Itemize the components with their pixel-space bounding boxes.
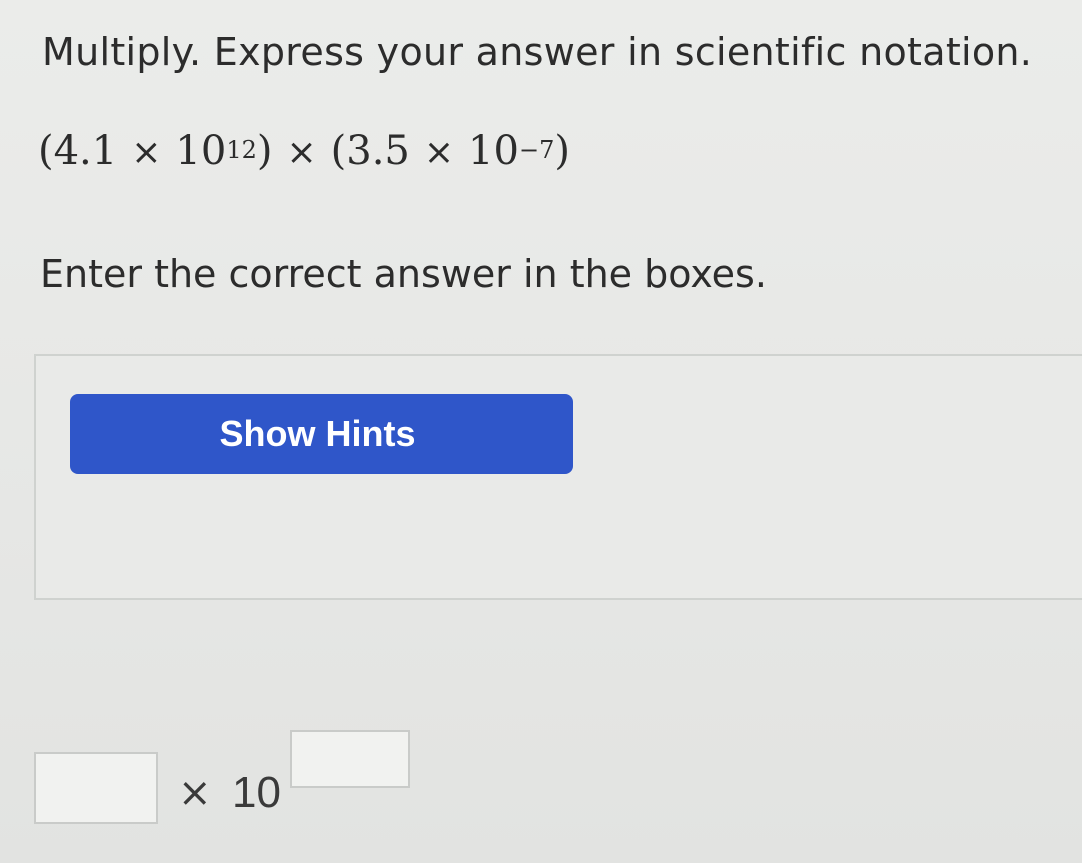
times-symbol: × bbox=[131, 132, 162, 173]
times-symbol-middle: × bbox=[286, 132, 317, 173]
math-expression: ( 4.1 × 10 12 ) × ( 3.5 × 10 −7 ) bbox=[38, 128, 570, 174]
coefficient-input[interactable] bbox=[36, 754, 156, 822]
second-coefficient: 3.5 bbox=[346, 128, 410, 174]
times-symbol-second: × bbox=[423, 132, 455, 173]
mid-close-paren: ) bbox=[256, 128, 273, 174]
first-coefficient: 4.1 bbox=[53, 128, 118, 174]
answer-prompt: Enter the correct answer in the boxes. bbox=[40, 252, 767, 296]
answer-times-symbol: × bbox=[178, 770, 212, 816]
answer-row: × 10 bbox=[34, 730, 454, 840]
exponent-input[interactable] bbox=[292, 732, 408, 786]
mid-open-paren: ( bbox=[330, 128, 347, 174]
first-base: 10 bbox=[175, 128, 227, 174]
right-paren: ) bbox=[554, 128, 570, 174]
answer-base: 10 bbox=[232, 768, 281, 817]
hint-panel bbox=[34, 354, 1082, 600]
show-hints-button[interactable]: Show Hints bbox=[70, 394, 573, 474]
question-instruction: Multiply. Express your answer in scienti… bbox=[42, 30, 1033, 74]
exponent-box[interactable] bbox=[290, 730, 410, 788]
coefficient-box[interactable] bbox=[34, 752, 158, 824]
second-base: 10 bbox=[468, 128, 519, 174]
first-exponent: 12 bbox=[226, 136, 257, 164]
left-paren: ( bbox=[38, 128, 54, 174]
second-exponent: −7 bbox=[518, 136, 555, 164]
page: Multiply. Express your answer in scienti… bbox=[0, 0, 1082, 863]
